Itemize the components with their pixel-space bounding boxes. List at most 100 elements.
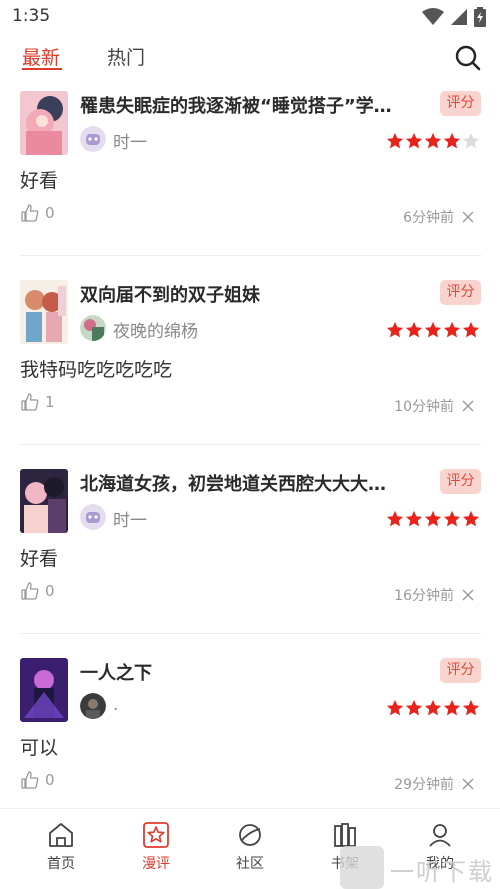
avatar[interactable] xyxy=(80,693,106,719)
status-time: 1:35 xyxy=(12,6,51,26)
bookshelf-icon xyxy=(334,823,356,847)
star-icon xyxy=(405,510,423,527)
review-time: 29分钟前 xyxy=(394,777,454,793)
review-time: 10分钟前 xyxy=(394,399,454,415)
star-rating xyxy=(386,321,480,339)
nav-review[interactable]: 漫评 xyxy=(126,821,186,873)
thumbs-up-icon xyxy=(21,582,39,600)
review-time: 6分钟前 xyxy=(403,210,454,226)
username[interactable]: 夜晚的绵杨 xyxy=(113,317,198,342)
rate-badge[interactable]: 评分 xyxy=(440,280,481,305)
star-icon xyxy=(462,510,480,527)
comic-title[interactable]: 双向届不到的双子姐妹 xyxy=(80,281,425,307)
nav-community-label: 社区 xyxy=(236,856,264,872)
star-icon xyxy=(424,510,442,527)
thumbs-up-icon xyxy=(21,771,39,789)
comic-title[interactable]: 罹患失眠症的我逐渐被“睡觉搭子”学… xyxy=(80,92,425,118)
avatar[interactable] xyxy=(80,504,106,530)
comic-cover[interactable] xyxy=(20,658,68,722)
star-box-icon xyxy=(143,822,169,848)
review-content: 好看 xyxy=(20,170,59,192)
like-button[interactable]: 0 xyxy=(21,582,55,600)
star-icon xyxy=(386,132,404,149)
star-icon xyxy=(405,321,423,338)
like-count: 0 xyxy=(45,582,55,600)
review-card[interactable]: 北海道女孩，初尝地道关西腔大大大… 评分 时一 好看 0 16分钟前 xyxy=(0,464,500,653)
tab-hot[interactable]: 热门 xyxy=(107,43,145,70)
star-icon xyxy=(386,699,404,716)
comic-cover[interactable] xyxy=(20,280,68,344)
nav-community[interactable]: 社区 xyxy=(220,821,280,873)
like-count: 1 xyxy=(45,393,55,411)
review-time: 16分钟前 xyxy=(394,588,454,604)
star-icon xyxy=(443,510,461,527)
nav-home-label: 首页 xyxy=(47,856,75,872)
star-rating xyxy=(386,510,480,528)
user-icon xyxy=(429,824,451,847)
avatar[interactable] xyxy=(80,126,106,152)
wifi-icon xyxy=(422,8,444,25)
home-icon xyxy=(49,823,73,847)
rate-badge[interactable]: 评分 xyxy=(440,469,481,494)
like-count: 0 xyxy=(45,771,55,789)
like-button[interactable]: 1 xyxy=(21,393,55,411)
nav-home[interactable]: 首页 xyxy=(31,821,91,873)
divider xyxy=(20,633,481,634)
star-icon xyxy=(443,132,461,149)
star-icon xyxy=(443,321,461,338)
comic-cover[interactable] xyxy=(20,91,68,155)
close-icon[interactable] xyxy=(462,211,474,223)
close-icon[interactable] xyxy=(462,589,474,601)
status-bar: 1:35 xyxy=(0,0,500,34)
star-icon xyxy=(424,321,442,338)
signal-icon xyxy=(451,9,467,25)
watermark: 一听下载 xyxy=(340,846,500,889)
username[interactable]: 时一 xyxy=(113,506,147,531)
star-icon xyxy=(405,699,423,716)
nav-review-label: 漫评 xyxy=(142,856,170,872)
star-rating xyxy=(386,132,480,150)
review-card[interactable]: 一人之下 评分 . 可以 0 29分钟前 xyxy=(0,653,500,806)
review-feed[interactable]: 罹患失眠症的我逐渐被“睡觉搭子”学… 评分 时一 好看 0 6分钟前 双向届不到… xyxy=(0,86,500,806)
rate-badge[interactable]: 评分 xyxy=(440,91,481,116)
rate-badge[interactable]: 评分 xyxy=(440,658,481,683)
review-content: 可以 xyxy=(20,737,59,759)
star-empty-icon xyxy=(462,132,480,149)
review-content: 我特码吃吃吃吃吃 xyxy=(20,359,173,381)
tab-latest[interactable]: 最新 xyxy=(22,43,60,70)
comic-title[interactable]: 一人之下 xyxy=(80,659,425,685)
star-icon xyxy=(386,510,404,527)
like-count: 0 xyxy=(45,204,55,222)
star-icon xyxy=(462,699,480,716)
status-icons xyxy=(422,7,486,27)
close-icon[interactable] xyxy=(462,400,474,412)
star-icon xyxy=(462,321,480,338)
review-content: 好看 xyxy=(20,548,59,570)
tab-latest-underline xyxy=(22,68,62,70)
watermark-text: 一听下载 xyxy=(390,858,494,886)
avatar[interactable] xyxy=(80,315,106,341)
username[interactable]: 时一 xyxy=(113,128,147,153)
like-button[interactable]: 0 xyxy=(21,204,55,222)
review-card[interactable]: 罹患失眠症的我逐渐被“睡觉搭子”学… 评分 时一 好看 0 6分钟前 xyxy=(0,86,500,275)
username[interactable]: . xyxy=(113,695,118,715)
close-icon[interactable] xyxy=(462,778,474,790)
planet-icon xyxy=(239,824,261,846)
search-icon[interactable] xyxy=(454,44,482,72)
like-button[interactable]: 0 xyxy=(21,771,55,789)
comic-title[interactable]: 北海道女孩，初尝地道关西腔大大大… xyxy=(80,470,425,496)
star-rating xyxy=(386,699,480,717)
top-tabs: 最新 热门 xyxy=(0,38,500,82)
divider xyxy=(20,444,481,445)
review-card[interactable]: 双向届不到的双子姐妹 评分 夜晚的绵杨 我特码吃吃吃吃吃 1 10分钟前 xyxy=(0,275,500,464)
star-icon xyxy=(424,699,442,716)
divider xyxy=(20,255,481,256)
thumbs-up-icon xyxy=(21,393,39,411)
thumbs-up-icon xyxy=(21,204,39,222)
star-icon xyxy=(386,321,404,338)
star-icon xyxy=(405,132,423,149)
watermark-logo xyxy=(340,846,384,889)
star-icon xyxy=(443,699,461,716)
comic-cover[interactable] xyxy=(20,469,68,533)
star-icon xyxy=(424,132,442,149)
